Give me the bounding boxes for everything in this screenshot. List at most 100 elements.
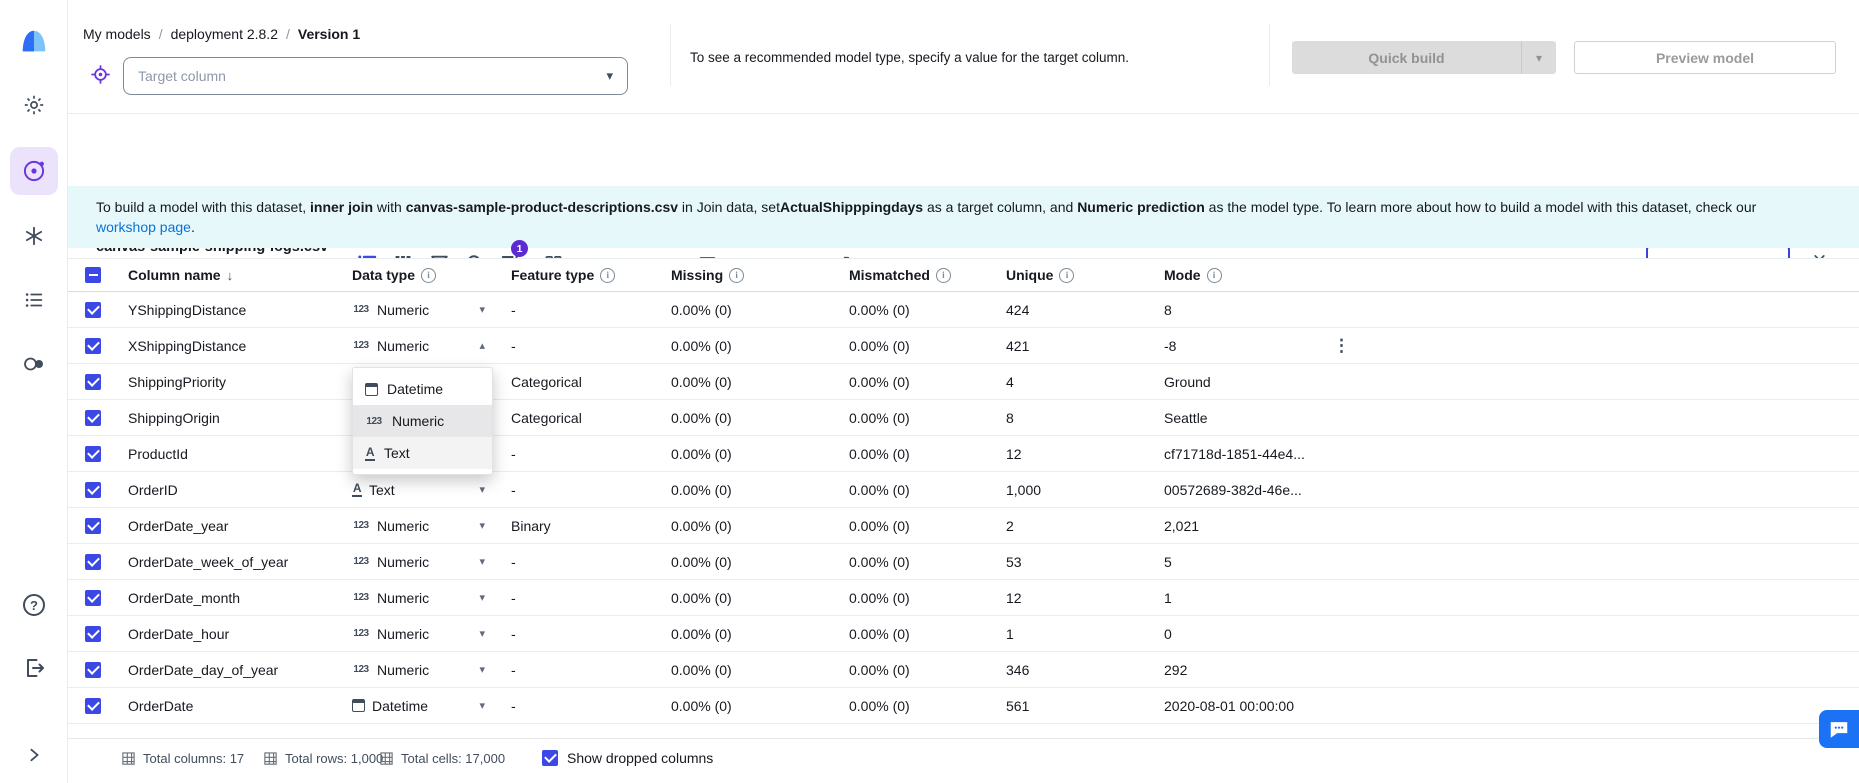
show-dropped-label: Show dropped columns [567,750,713,766]
quick-build-dropdown-button[interactable]: ▾ [1521,41,1556,74]
data-type-select[interactable]: 123 Numeric ▾ [352,590,501,606]
sidebar-item-ready-to-use[interactable] [0,214,68,258]
dropdown-item-label: Text [384,445,410,461]
sidebar-item-settings[interactable] [0,83,68,127]
row-checkbox[interactable] [85,626,101,642]
feature-type-cell: - [501,662,661,678]
table-row[interactable]: OrderDate_week_of_year 123 Numeric ▾ - 0… [68,544,1859,580]
row-actions-kebab[interactable]: ⋮ [1333,336,1350,355]
show-dropped-checkbox[interactable] [542,750,558,766]
sidebar-item-help[interactable] [0,583,68,627]
missing-cell: 0.00% (0) [661,518,839,534]
breadcrumb[interactable]: My models/deployment 2.8.2/Version 1 [83,26,360,42]
table-row[interactable]: XShippingDistance 123 Numeric ▴ - 0.00% … [68,328,1859,364]
breadcrumb-item[interactable]: My models [83,26,151,42]
dataset-toolbar: canvas-sample-shipping-logs.csv Full dat… [68,114,1859,186]
mismatched-cell: 0.00% (0) [839,410,996,426]
row-checkbox[interactable] [85,590,101,606]
data-type-select[interactable]: 123 Numeric ▾ [352,662,501,678]
chat-bubble-icon [1828,718,1850,740]
breadcrumb-item[interactable]: deployment 2.8.2 [171,26,278,42]
feature-type-cell: - [501,446,661,462]
data-type-icon: 123 [352,554,370,569]
mode-cell: 2020-08-01 00:00:00 [1154,698,1323,714]
list-icon [23,289,45,311]
sidebar-item-logout[interactable] [0,646,68,690]
expand-sidebar-button[interactable] [0,733,68,777]
chevron-down-icon: ▾ [479,519,485,532]
chevron-down-icon: ▾ [479,303,485,316]
select-all-checkbox[interactable] [85,267,101,283]
table-row[interactable]: ShippingPriority Categorical 0.00% (0) 0… [68,364,1859,400]
mismatched-cell: 0.00% (0) [839,374,996,390]
row-checkbox[interactable] [85,518,101,534]
header-column-name[interactable]: Column name ↓ [118,267,342,283]
mode-cell: 292 [1154,662,1323,678]
preview-model-button[interactable]: Preview model [1574,41,1836,74]
feature-type-cell: - [501,698,661,714]
table-row[interactable]: YShippingDistance 123 Numeric ▾ - 0.00% … [68,292,1859,328]
mismatched-cell: 0.00% (0) [839,590,996,606]
data-type-icon: 123 [352,662,370,677]
info-icon[interactable] [1207,268,1222,283]
info-icon[interactable] [600,268,615,283]
info-icon[interactable] [421,268,436,283]
sidebar-item-my-models[interactable] [10,147,58,195]
mismatched-cell: 0.00% (0) [839,662,996,678]
table-row[interactable]: OrderDate_hour 123 Numeric ▾ - 0.00% (0)… [68,616,1859,652]
sidebar-item-datasets[interactable] [0,342,68,386]
row-checkbox[interactable] [85,374,101,390]
unique-cell: 4 [996,374,1154,390]
table-row[interactable]: OrderID A Text ▾ - 0.00% (0) 0.00% (0) 1… [68,472,1859,508]
row-checkbox[interactable] [85,662,101,678]
data-type-select[interactable]: 123 Numeric ▴ [352,338,501,354]
data-type-select[interactable]: Datetime ▾ [352,698,501,714]
table-row[interactable]: OrderDate_year 123 Numeric ▾ Binary 0.00… [68,508,1859,544]
row-checkbox[interactable] [85,446,101,462]
table-row[interactable]: OrderDate_day_of_year 123 Numeric ▾ - 0.… [68,652,1859,688]
data-type-label: Numeric [377,626,429,642]
sidebar [0,0,68,783]
mode-cell: 8 [1154,302,1323,318]
chevron-up-icon: ▴ [479,339,485,352]
data-type-select[interactable]: 123 Numeric ▾ [352,518,501,534]
data-type-select[interactable]: 123 Numeric ▾ [352,626,501,642]
mode-cell: 0 [1154,626,1323,642]
chat-widget-button[interactable] [1819,710,1859,748]
workshop-page-link[interactable]: workshop page [96,219,191,235]
mode-cell: Seattle [1154,410,1323,426]
feature-type-cell: Categorical [501,374,661,390]
row-checkbox[interactable] [85,302,101,318]
row-checkbox[interactable] [85,698,101,714]
sort-desc-icon: ↓ [227,268,234,283]
column-name-cell: ProductId [118,446,342,462]
show-dropped-columns-toggle[interactable]: Show dropped columns [542,750,713,766]
table-row[interactable]: OrderDate Datetime ▾ - 0.00% (0) 0.00% (… [68,688,1859,724]
mismatched-cell: 0.00% (0) [839,302,996,318]
data-type-select[interactable]: 123 Numeric ▾ [352,302,501,318]
dropdown-item-datetime[interactable]: Datetime [353,373,492,405]
sidebar-item-model-list[interactable] [0,278,68,322]
sagemaker-canvas-app: My models/deployment 2.8.2/Version 1 Tar… [0,0,1859,783]
data-type-select[interactable]: A Text ▾ [352,482,501,498]
dropdown-item-numeric[interactable]: 123Numeric [353,405,492,437]
info-icon[interactable] [1059,268,1074,283]
dropdown-item-text[interactable]: AText [353,437,492,469]
row-checkbox[interactable] [85,410,101,426]
row-checkbox[interactable] [85,338,101,354]
main-content: My models/deployment 2.8.2/Version 1 Tar… [68,0,1859,783]
row-checkbox[interactable] [85,554,101,570]
info-icon[interactable] [729,268,744,283]
data-type-select[interactable]: 123 Numeric ▾ [352,554,501,570]
header-mode: Mode [1154,267,1323,283]
target-column-select[interactable]: Target column ▾ [123,57,628,95]
table-row[interactable]: OrderDate_month 123 Numeric ▾ - 0.00% (0… [68,580,1859,616]
row-checkbox[interactable] [85,482,101,498]
mismatched-cell: 0.00% (0) [839,518,996,534]
table-row[interactable]: ProductId - 0.00% (0) 0.00% (0) 12 cf717… [68,436,1859,472]
info-icon[interactable] [936,268,951,283]
canvas-logo[interactable] [0,19,68,63]
sort-count-badge: 1 [511,240,528,257]
table-row[interactable]: ShippingOrigin Categorical 0.00% (0) 0.0… [68,400,1859,436]
quick-build-button[interactable]: Quick build [1292,41,1521,74]
